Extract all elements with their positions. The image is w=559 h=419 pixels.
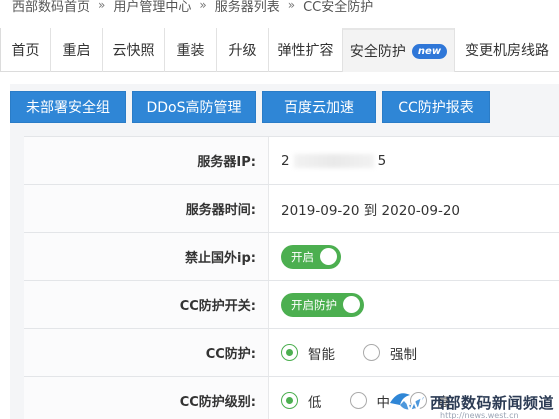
security-group-button[interactable]: 未部署安全组 [10,91,126,123]
cc-report-button[interactable]: CC防护报表 [382,91,490,123]
radio-checked-icon [281,344,298,361]
server-time-row: 服务器时间: 2019-09-20 到 2020-09-20 [24,184,559,232]
west-logo-icon [390,393,424,415]
radio-label: 低 [308,394,322,411]
toggle-label: 开启防护 [291,297,337,312]
block-foreign-ip-value: 开启 [269,233,559,280]
toggle-knob [343,296,360,313]
cc-level-low-radio[interactable]: 低 [281,391,322,411]
block-foreign-ip-row: 禁止国外ip: 开启 [24,232,559,280]
breadcrumb-separator: » [98,0,106,12]
tab-label: 重启 [62,43,91,59]
radio-unchecked-icon [349,392,367,409]
cc-mode-smart-radio[interactable]: 智能 [281,343,335,363]
breadcrumb-separator: » [199,0,207,12]
cc-switch-row: CC防护开关: 开启防护 [24,280,559,328]
tab-label: 安全防护 [349,44,406,60]
tab-label: 弹性扩容 [277,43,334,59]
tab-label: 云快照 [112,43,155,59]
radio-label: 智能 [308,346,335,363]
server-ip-label: 服务器IP: [24,137,269,184]
cc-mode-value: 智能 强制 [269,329,559,376]
ddos-protection-button[interactable]: DDoS高防管理 [132,91,256,123]
cc-protection-form: 服务器IP: 2 5 服务器时间: 2019-09-20 到 2020-09-2… [24,136,559,419]
server-time-label: 服务器时间: [24,185,269,232]
tab-snapshot[interactable]: 云快照 [102,28,164,72]
server-ip-prefix: 2 [281,152,290,169]
baidu-cdn-button[interactable]: 百度云加速 [262,91,376,123]
watermark-text: 西部数码新闻频道 [430,393,555,412]
breadcrumb-user-center[interactable]: 用户管理中心 [113,0,191,15]
new-badge: new [411,43,448,59]
radio-label: 强制 [390,346,417,363]
action-button-bar: 未部署安全组 DDoS高防管理 百度云加速 CC防护报表 [10,91,490,125]
block-foreign-ip-toggle[interactable]: 开启 [281,244,341,269]
tab-elastic-scaling[interactable]: 弹性扩容 [268,28,342,72]
breadcrumb: 西部数码首页 » 用户管理中心 » 服务器列表 » CC安全防护 [0,0,559,16]
tab-label: 变更机房线路 [465,43,549,59]
tab-label: 重装 [176,43,205,59]
breadcrumb-current: CC安全防护 [303,0,374,15]
breadcrumb-separator: » [287,0,296,12]
cc-mode-row: CC防护: 智能 强制 [24,328,559,376]
cc-mode-label: CC防护: [24,329,269,376]
server-tabs: 首页 重启 云快照 重装 升级 弹性扩容 安全防护 new 变更机房线路 [0,28,559,72]
radio-unchecked-icon [363,344,380,361]
breadcrumb-server-list[interactable]: 服务器列表 [215,0,280,15]
toggle-knob [320,248,337,265]
breadcrumb-home[interactable]: 西部数码首页 [12,0,90,15]
cc-level-medium-radio[interactable]: 中 [349,391,390,411]
tab-label: 升级 [228,43,257,59]
redacted-ip [293,153,374,168]
tab-reinstall[interactable]: 重装 [164,28,216,72]
cc-mode-force-radio[interactable]: 强制 [363,343,417,363]
tab-restart[interactable]: 重启 [50,28,102,72]
tab-label: 首页 [11,43,40,59]
server-ip-row: 服务器IP: 2 5 [24,136,559,184]
radio-checked-icon [281,392,298,409]
toggle-label: 开启 [291,249,314,264]
tab-home[interactable]: 首页 [0,28,50,72]
tab-change-line[interactable]: 变更机房线路 [454,28,559,72]
cc-switch-label: CC防护开关: [24,281,269,328]
server-ip-value: 2 5 [269,137,559,184]
block-foreign-ip-label: 禁止国外ip: [24,233,269,280]
server-ip-suffix: 5 [377,152,387,169]
server-time-value: 2019-09-20 到 2020-09-20 [269,185,559,232]
cc-level-label: CC防护级别: [24,377,269,419]
tab-security[interactable]: 安全防护 new [342,28,454,72]
watermark-url: http://news.west.cn [440,411,519,419]
cc-switch-toggle[interactable]: 开启防护 [281,292,364,317]
tab-upgrade[interactable]: 升级 [216,28,268,72]
cc-switch-value: 开启防护 [269,281,559,328]
